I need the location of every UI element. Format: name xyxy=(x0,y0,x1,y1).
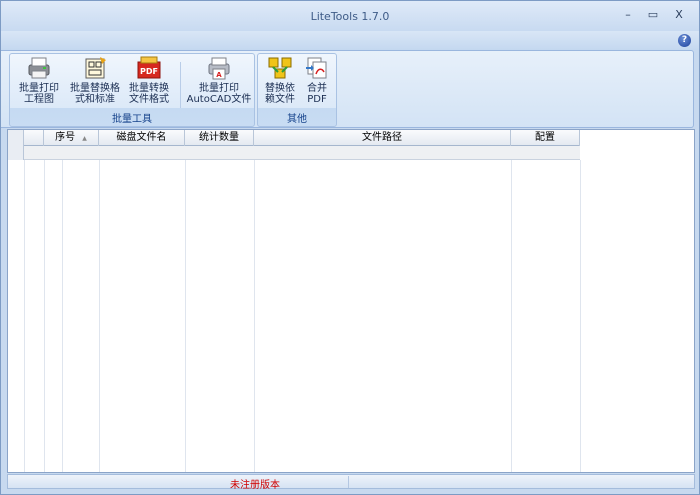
batch-replace-format-button[interactable]: 批量替换格 式和标准 xyxy=(66,56,124,110)
merge-pdf-icon xyxy=(304,56,330,80)
column-header-filename[interactable]: 磁盘文件名 xyxy=(99,130,185,146)
drawing-replace-icon xyxy=(82,56,108,80)
registration-status: 未注册版本 xyxy=(230,480,280,491)
button-label: 赖文件 xyxy=(265,94,295,105)
title-bar: LiteTools 1.7.0 – ▭ X xyxy=(1,1,699,31)
help-icon[interactable]: ? xyxy=(678,34,691,47)
autocad-print-icon: A xyxy=(206,56,232,80)
app-window: LiteTools 1.7.0 – ▭ X ? 批量打印 工程图 批量替换格 式… xyxy=(0,0,700,495)
minimize-button[interactable]: – xyxy=(617,7,639,23)
grid-header: 序号 ▲ 磁盘文件名 统计数量 文件路径 配置 xyxy=(8,130,580,146)
ribbon-group-batch-tools: 批量打印 工程图 批量替换格 式和标准 PDF 批量转换 文件格式 A 批量打印… xyxy=(9,53,255,127)
ribbon-panel: 批量打印 工程图 批量替换格 式和标准 PDF 批量转换 文件格式 A 批量打印… xyxy=(1,50,694,128)
button-label: 批量转换 xyxy=(129,83,169,94)
column-divider xyxy=(254,160,255,472)
button-label: AutoCAD文件 xyxy=(186,94,252,105)
button-label: 批量打印 xyxy=(19,83,59,94)
column-divider xyxy=(511,160,512,472)
ribbon-group-other: 替换依 赖文件 合并 PDF 其他 xyxy=(257,53,337,127)
status-divider xyxy=(348,476,349,488)
column-header-config[interactable]: 配置 xyxy=(511,130,580,146)
button-label: PDF xyxy=(307,94,327,105)
column-header-path[interactable]: 文件路径 xyxy=(254,130,511,146)
button-label: 文件格式 xyxy=(129,94,169,105)
close-button[interactable]: X xyxy=(668,7,690,23)
button-label: 合并 xyxy=(307,83,327,94)
batch-print-autocad-button[interactable]: A 批量打印 AutoCAD文件 xyxy=(186,56,252,110)
column-divider xyxy=(62,160,63,472)
pdf-convert-icon: PDF xyxy=(136,56,162,80)
button-label: 批量替换格 xyxy=(70,83,120,94)
ribbon-tab-strip: ? xyxy=(1,31,699,50)
column-divider xyxy=(185,160,186,472)
group-label: 其他 xyxy=(287,114,307,125)
button-label: 工程图 xyxy=(24,94,54,105)
printer-drawing-icon xyxy=(26,56,52,80)
sort-ascending-icon: ▲ xyxy=(82,135,87,142)
row-selector-column xyxy=(8,130,24,160)
status-bar: 未注册版本 xyxy=(7,474,695,491)
maximize-button[interactable]: ▭ xyxy=(642,7,664,23)
merge-pdf-button[interactable]: 合并 PDF xyxy=(301,56,333,110)
file-grid[interactable]: 序号 ▲ 磁盘文件名 统计数量 文件路径 配置 xyxy=(7,129,695,473)
replace-dependency-icon xyxy=(267,56,293,80)
column-header-check[interactable] xyxy=(24,130,44,146)
button-label: 批量打印 xyxy=(199,83,239,94)
button-label: 式和标准 xyxy=(75,94,115,105)
column-header-label: 序号 xyxy=(55,132,76,143)
batch-convert-format-button[interactable]: PDF 批量转换 文件格式 xyxy=(126,56,172,110)
column-header-index[interactable]: 序号 ▲ xyxy=(44,130,99,146)
button-label: 替换依 xyxy=(265,83,295,94)
column-divider xyxy=(580,160,581,472)
column-divider xyxy=(99,160,100,472)
group-label: 批量工具 xyxy=(112,114,152,125)
filter-row[interactable] xyxy=(8,146,580,160)
window-title: LiteTools 1.7.0 xyxy=(310,10,390,23)
replace-dependency-button[interactable]: 替换依 赖文件 xyxy=(261,56,299,110)
batch-print-drawings-button[interactable]: 批量打印 工程图 xyxy=(16,56,62,110)
column-divider xyxy=(44,160,45,472)
column-divider xyxy=(24,160,25,472)
column-header-count[interactable]: 统计数量 xyxy=(185,130,254,146)
group-separator xyxy=(180,62,181,108)
svg-text:PDF: PDF xyxy=(140,67,158,76)
svg-text:A: A xyxy=(216,71,222,79)
